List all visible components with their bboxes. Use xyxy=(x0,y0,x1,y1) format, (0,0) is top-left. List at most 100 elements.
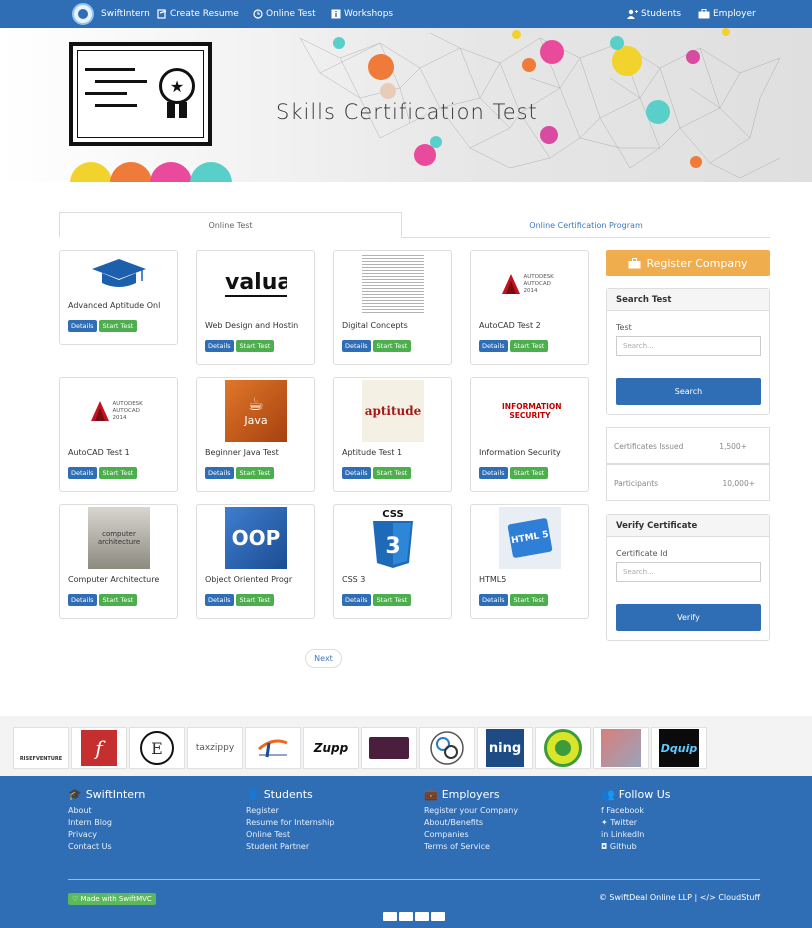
footer-col-students: 👤 Students Register Resume for Internship… xyxy=(246,788,334,853)
test-name: CSS 3 xyxy=(342,575,366,584)
details-button[interactable]: Details xyxy=(479,340,508,352)
tab-online-certification[interactable]: Online Certification Program xyxy=(402,212,770,238)
nav-students[interactable]: Students xyxy=(626,0,681,28)
footer-link[interactable]: Terms of Service xyxy=(424,841,518,853)
details-button[interactable]: Details xyxy=(68,320,97,332)
partner-logo[interactable]: ning xyxy=(477,727,533,769)
partner-logo[interactable] xyxy=(419,727,475,769)
twitter-link[interactable]: ✦ Twitter xyxy=(601,817,671,829)
footer-link[interactable]: About/Benefits xyxy=(424,817,518,829)
details-button[interactable]: Details xyxy=(205,594,234,606)
nav-employer[interactable]: Employer xyxy=(698,0,756,28)
register-company-button[interactable]: Register Company xyxy=(606,250,770,276)
footer-link[interactable]: Contact Us xyxy=(68,841,145,853)
start-test-button[interactable]: Start Test xyxy=(372,594,412,606)
start-test-button[interactable]: Start Test xyxy=(372,340,412,352)
start-test-button[interactable]: Start Test xyxy=(235,340,275,352)
footer-link[interactable]: Register your Company xyxy=(424,805,518,817)
search-button[interactable]: Search xyxy=(616,378,761,405)
thumb-text: INFORMATION SECURITY xyxy=(502,402,561,420)
mesh-bubble xyxy=(690,156,702,168)
footer-col-title: Follow Us xyxy=(618,788,671,801)
footer-link[interactable]: Register xyxy=(246,805,334,817)
next-page-button[interactable]: Next xyxy=(305,649,342,668)
start-test-button[interactable]: Start Test xyxy=(98,467,138,479)
details-button[interactable]: Details xyxy=(68,594,97,606)
start-test-button[interactable]: Start Test xyxy=(98,594,138,606)
nav-online-test[interactable]: Online Test xyxy=(253,0,316,28)
nav-create-resume[interactable]: Create Resume xyxy=(157,0,239,28)
start-test-button[interactable]: Start Test xyxy=(235,594,275,606)
deco-circle xyxy=(110,162,152,182)
start-test-button[interactable]: Start Test xyxy=(509,340,549,352)
tab-online-test[interactable]: Online Test xyxy=(59,212,402,238)
info-icon xyxy=(331,9,341,19)
mesh-bubble xyxy=(430,136,442,148)
start-test-button[interactable]: Start Test xyxy=(509,467,549,479)
briefcase-icon: 💼 xyxy=(424,788,438,801)
details-button[interactable]: Details xyxy=(342,340,371,352)
clock-icon xyxy=(253,9,263,19)
footer-link[interactable]: About xyxy=(68,805,145,817)
copyright-icon: © xyxy=(598,893,610,902)
details-button[interactable]: Details xyxy=(342,594,371,606)
linkedin-link[interactable]: in LinkedIn xyxy=(601,829,671,841)
start-test-button[interactable]: Start Test xyxy=(235,467,275,479)
footer-link[interactable]: Privacy xyxy=(68,829,145,841)
autocad-logo-icon xyxy=(501,274,520,294)
nav-online-test-label: Online Test xyxy=(266,9,316,19)
footer-link[interactable]: Intern Blog xyxy=(68,817,145,829)
made-with-badge[interactable]: ♡ Made with SwiftMVC xyxy=(68,893,156,905)
details-button[interactable]: Details xyxy=(479,467,508,479)
start-test-button[interactable]: Start Test xyxy=(372,467,412,479)
footer-link[interactable]: Online Test xyxy=(246,829,334,841)
partner-logo[interactable]: f xyxy=(71,727,127,769)
computer-architecture-thumbnail: computer architecture xyxy=(88,507,150,569)
partner-logos-strip: RISEFVENTURE f E taxzippy Zupp ning Dqui… xyxy=(0,716,812,776)
partner-logo[interactable] xyxy=(245,727,301,769)
partner-logo[interactable] xyxy=(361,727,417,769)
github-link[interactable]: ◘ Github xyxy=(601,841,671,853)
details-button[interactable]: Details xyxy=(479,594,508,606)
mesh-bubble xyxy=(610,36,624,50)
user-icon: 👤 xyxy=(246,788,260,801)
details-button[interactable]: Details xyxy=(342,467,371,479)
details-button[interactable]: Details xyxy=(205,340,234,352)
partner-logo[interactable] xyxy=(535,727,591,769)
details-button[interactable]: Details xyxy=(205,467,234,479)
partner-logo[interactable]: E xyxy=(129,727,185,769)
thumb-text: computer architecture xyxy=(97,530,141,546)
github-icon: ◘ xyxy=(601,842,610,851)
facebook-link[interactable]: f Facebook xyxy=(601,805,671,817)
mesh-bubble xyxy=(686,50,700,64)
details-button[interactable]: Details xyxy=(68,467,97,479)
nav-students-label: Students xyxy=(641,9,682,19)
verify-button[interactable]: Verify xyxy=(616,604,761,631)
brand-link[interactable]: SwiftIntern xyxy=(72,0,150,28)
nav-workshops-label: Workshops xyxy=(344,9,394,19)
partner-logo[interactable]: Zupp xyxy=(303,727,359,769)
footer-link[interactable]: Resume for Internship xyxy=(246,817,334,829)
certificate-id-input[interactable]: Search... xyxy=(616,562,761,582)
test-card: ☕ Java Beginner Java Test Details Start … xyxy=(196,377,315,492)
partner-logo[interactable] xyxy=(593,727,649,769)
footer-col-swiftintern: 🎓 SwiftIntern About Intern Blog Privacy C… xyxy=(68,788,145,853)
briefcase-icon xyxy=(628,257,641,268)
search-test-input[interactable]: Search... xyxy=(616,336,761,356)
start-test-button[interactable]: Start Test xyxy=(509,594,549,606)
partner-name: Zupp xyxy=(313,741,349,755)
register-company-label: Register Company xyxy=(646,256,748,270)
partner-logo[interactable]: taxzippy xyxy=(187,727,243,769)
test-name: Aptitude Test 1 xyxy=(342,448,403,457)
start-test-button[interactable]: Start Test xyxy=(98,320,138,332)
hero-banner: ★ Skills Certification Test xyxy=(0,28,812,182)
deco-circle xyxy=(70,162,112,182)
footer-link[interactable]: Student Partner xyxy=(246,841,334,853)
test-name: Digital Concepts xyxy=(342,321,408,330)
partner-logo[interactable]: Dquip xyxy=(651,727,707,769)
partner-logo[interactable]: RISEFVENTURE xyxy=(13,727,69,769)
certificate-icon: ★ xyxy=(69,42,212,146)
nav-workshops[interactable]: Workshops xyxy=(331,0,393,28)
footer-link[interactable]: Companies xyxy=(424,829,518,841)
briefcase-icon xyxy=(698,9,710,19)
